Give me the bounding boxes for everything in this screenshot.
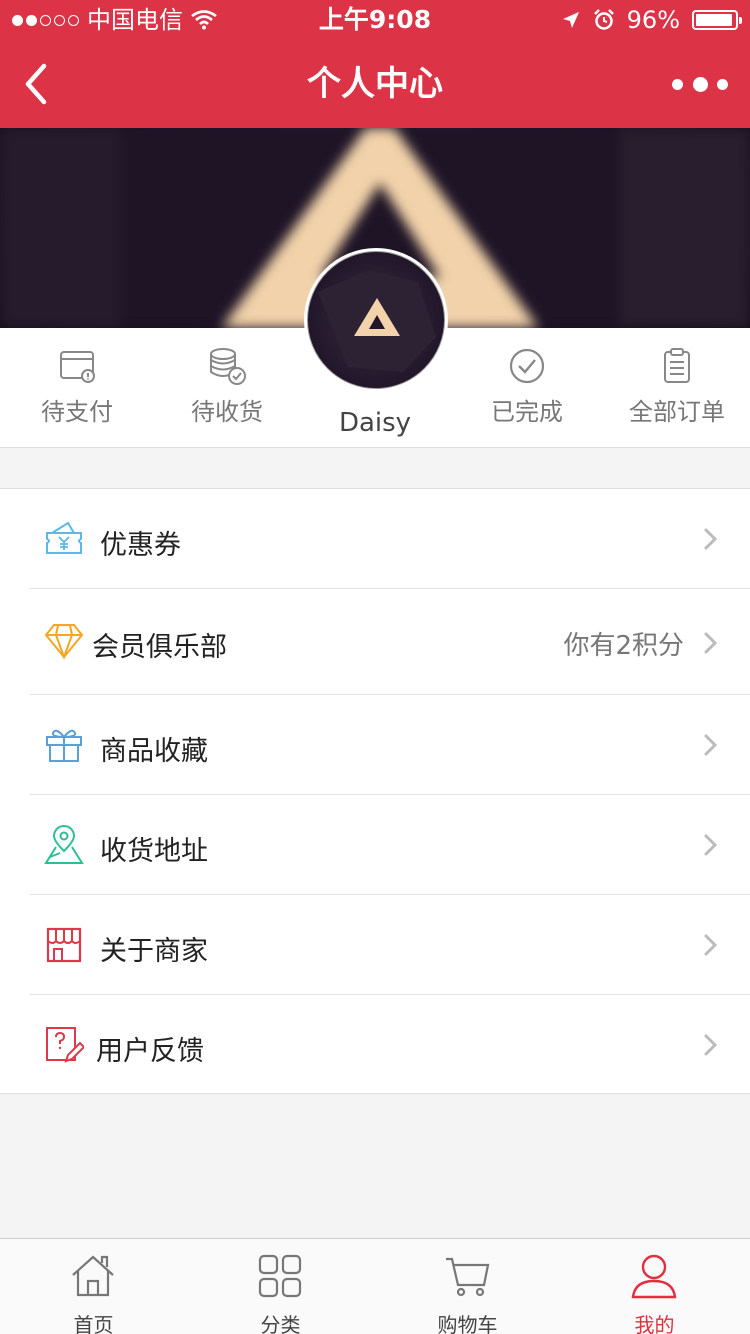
check-circle-icon [509, 348, 545, 384]
menu-item-member-club[interactable]: 会员俱乐部 你有2积分 [0, 589, 750, 695]
tab-mine[interactable]: 我的 [561, 1239, 748, 1334]
menu-item-feedback[interactable]: 用户反馈 [0, 995, 750, 1095]
menu-item-about-store[interactable]: 关于商家 [0, 895, 750, 995]
ellipsis-icon [672, 78, 683, 90]
map-pin-icon [44, 825, 84, 864]
status-right: 96% [561, 0, 742, 40]
grid-icon [258, 1254, 302, 1298]
wallet-icon [60, 351, 95, 383]
points-text: 你有2积分 [563, 631, 684, 661]
tab-label: 我的 [634, 1313, 675, 1334]
order-all[interactable]: 全部订单 [602, 328, 750, 448]
menu-item-favorites[interactable]: 商品收藏 [0, 695, 750, 795]
menu-label: 商品收藏 [100, 736, 208, 767]
battery-level [696, 14, 733, 26]
chevron-right-icon [704, 834, 718, 856]
tab-bar: 首页 分类 购物车 我的 [0, 1238, 750, 1334]
order-label: 待支付 [41, 398, 113, 426]
cart-icon [446, 1257, 490, 1297]
store-icon [46, 927, 82, 963]
menu-label: 优惠券 [100, 530, 181, 561]
tab-home[interactable]: 首页 [0, 1239, 187, 1334]
status-bar: 中国电信 上午9:08 96% [0, 0, 750, 40]
chevron-right-icon [704, 528, 718, 550]
tab-category[interactable]: 分类 [187, 1239, 374, 1334]
top-bar: 中国电信 上午9:08 96% 个人中心 [0, 0, 750, 128]
menu-label: 会员俱乐部 [92, 632, 227, 663]
diamond-icon [44, 624, 84, 660]
coupon-icon [46, 521, 82, 554]
menu-item-address[interactable]: 收货地址 [0, 795, 750, 895]
more-button[interactable] [672, 70, 728, 98]
home-icon [72, 1255, 114, 1297]
order-label: 已完成 [491, 398, 563, 426]
gift-icon [46, 729, 82, 762]
battery-icon [692, 10, 742, 30]
nav-bar: 个人中心 [0, 40, 750, 128]
tab-label: 购物车 [437, 1313, 498, 1334]
avatar[interactable] [304, 248, 448, 392]
menu-item-coupons[interactable]: 优惠券 [0, 489, 750, 589]
username: Daisy [338, 408, 412, 438]
tab-cart[interactable]: 购物车 [374, 1239, 561, 1334]
order-pending-receipt[interactable]: 待收货 [152, 328, 302, 448]
chevron-right-icon [704, 734, 718, 756]
chevron-right-icon [704, 934, 718, 956]
tab-label: 分类 [260, 1313, 301, 1334]
order-pending-payment[interactable]: 待支付 [2, 328, 152, 448]
battery-percent: 96% [626, 6, 680, 34]
menu-list: 优惠券 会员俱乐部 你有2积分 商品收藏 收货地址 关于商家 用户反馈 [0, 488, 750, 1094]
menu-label: 关于商家 [100, 936, 208, 967]
alarm-icon [593, 9, 614, 30]
avatar-logo-icon [318, 270, 436, 372]
tab-label: 首页 [73, 1313, 114, 1334]
coins-check-icon [210, 348, 246, 385]
clipboard-icon [664, 348, 690, 383]
chevron-right-icon [704, 632, 718, 654]
user-icon [631, 1254, 677, 1299]
page-title: 个人中心 [307, 64, 443, 104]
feedback-icon [46, 1027, 84, 1063]
chevron-right-icon [704, 1034, 718, 1056]
menu-label: 用户反馈 [96, 1036, 204, 1067]
avatar-image [307, 251, 445, 389]
order-completed[interactable]: 已完成 [452, 328, 602, 448]
order-label: 待收货 [191, 398, 263, 426]
menu-label: 收货地址 [100, 836, 208, 867]
location-arrow-icon [562, 12, 579, 28]
order-label: 全部订单 [629, 398, 725, 426]
